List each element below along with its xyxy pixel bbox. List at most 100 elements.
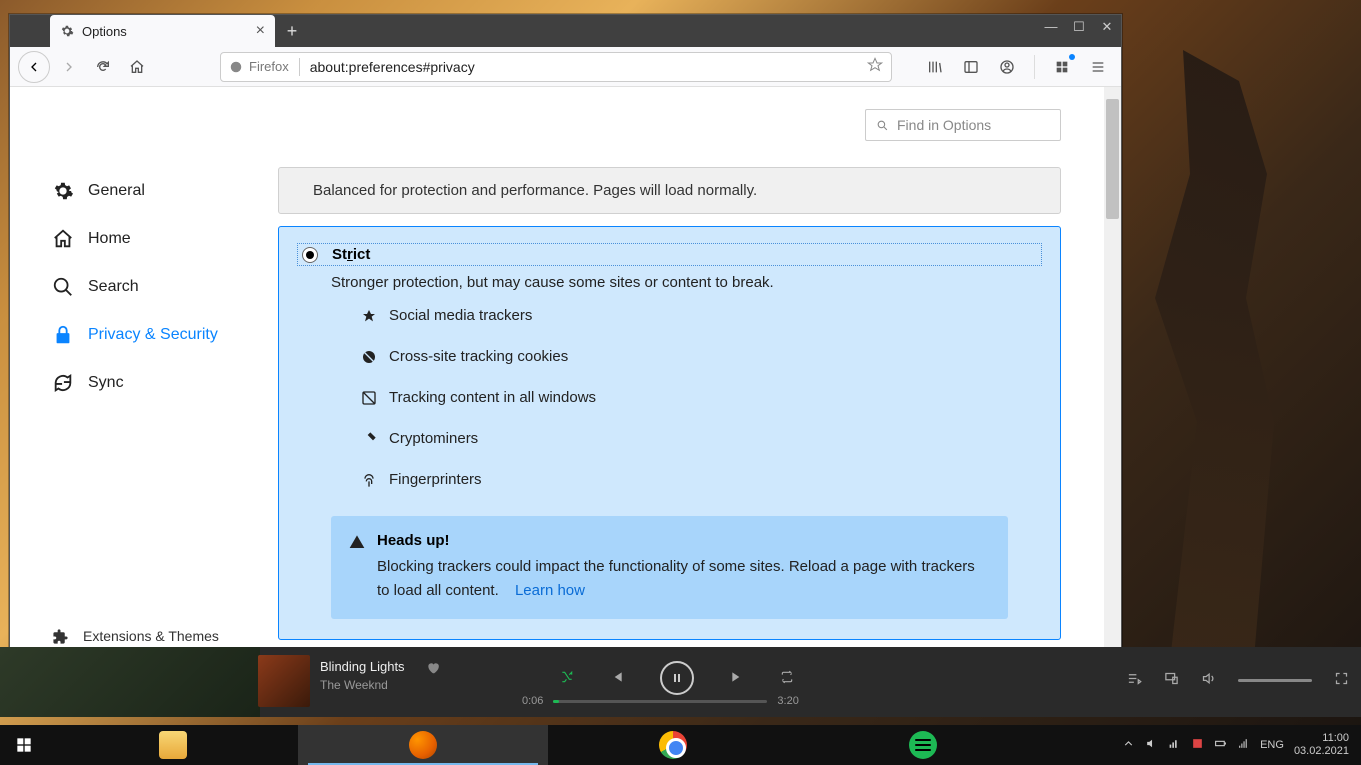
volume-button[interactable] — [1201, 671, 1216, 689]
headsup-title: Heads up! — [377, 532, 990, 549]
url-text: about:preferences#privacy — [310, 59, 475, 75]
tracker-item: Fingerprinters — [361, 471, 1042, 488]
separator — [1034, 55, 1035, 79]
taskbar-app-chrome[interactable] — [548, 725, 798, 765]
forward-button[interactable] — [54, 52, 84, 82]
shuffle-button[interactable] — [560, 670, 574, 687]
sidebar-item-label: Search — [88, 278, 139, 296]
tracker-item: Tracking content in all windows — [361, 389, 1042, 406]
tray-chevron-icon[interactable] — [1122, 737, 1135, 753]
sidebar-item-search[interactable]: Search — [52, 263, 278, 311]
scrollbar[interactable] — [1104, 87, 1121, 713]
url-bar[interactable]: Firefox about:preferences#privacy — [220, 52, 892, 82]
fingerprint-icon — [361, 472, 377, 488]
search-icon — [876, 119, 889, 132]
lock-icon — [52, 324, 74, 346]
preferences-page: Find in Options General Home Search Priv… — [10, 87, 1121, 713]
bookmark-star-button[interactable] — [867, 57, 883, 76]
taskbar-app-firefox[interactable] — [298, 725, 548, 765]
taskbar-app-spotify[interactable] — [798, 725, 1048, 765]
reload-button[interactable] — [88, 52, 118, 82]
radio-selected-icon[interactable] — [302, 247, 318, 263]
gear-icon — [60, 24, 74, 38]
next-button[interactable] — [730, 670, 744, 687]
menu-button[interactable] — [1083, 52, 1113, 82]
play-pause-button[interactable] — [660, 661, 694, 695]
tray-volume-icon[interactable] — [1145, 737, 1158, 753]
social-tracker-icon — [361, 308, 377, 324]
identity-label: Firefox — [249, 59, 289, 74]
volume-slider[interactable] — [1238, 679, 1312, 682]
search-placeholder: Find in Options — [897, 117, 991, 133]
media-background — [0, 647, 260, 717]
sidebar-button[interactable] — [956, 52, 986, 82]
strict-title: Strict — [332, 246, 370, 263]
sidebar-item-privacy[interactable]: Privacy & Security — [52, 311, 278, 359]
headsup-learn-link[interactable]: Learn how — [515, 582, 585, 599]
windows-taskbar: ENG 11:00 03.02.2021 — [0, 725, 1361, 765]
sidebar-item-label: Home — [88, 230, 131, 248]
toolbar: Firefox about:preferences#privacy — [10, 47, 1121, 87]
tray-language[interactable]: ENG — [1260, 739, 1284, 751]
browser-tab[interactable]: Options × — [50, 15, 275, 47]
preferences-sidebar: General Home Search Privacy & Security S… — [10, 87, 278, 713]
sidebar-item-home[interactable]: Home — [52, 215, 278, 263]
tray-security-icon[interactable] — [1191, 737, 1204, 753]
previous-button[interactable] — [610, 670, 624, 687]
devices-button[interactable] — [1164, 671, 1179, 689]
search-icon — [52, 276, 74, 298]
tray-time: 11:00 — [1294, 732, 1349, 745]
spotify-icon — [909, 731, 937, 759]
track-artist[interactable]: The Weeknd — [320, 678, 405, 692]
tray-clock[interactable]: 11:00 03.02.2021 — [1294, 732, 1349, 758]
separator — [299, 58, 300, 76]
tray-wifi-icon[interactable] — [1237, 737, 1250, 753]
tray-battery-icon[interactable] — [1214, 737, 1227, 753]
progress-bar[interactable] — [553, 700, 767, 703]
files-icon — [159, 731, 187, 759]
close-window-button[interactable]: ✕ — [1099, 19, 1115, 35]
back-button[interactable] — [18, 51, 50, 83]
sync-icon — [52, 372, 74, 394]
account-button[interactable] — [992, 52, 1022, 82]
titlebar: Options × + — ☐ ✕ — [10, 15, 1121, 47]
extension-button[interactable] — [1047, 52, 1077, 82]
warning-icon — [349, 534, 365, 550]
tracking-content-icon — [361, 390, 377, 406]
strict-protection-card[interactable]: Strict Stronger protection, but may caus… — [278, 226, 1061, 640]
sidebar-item-label: Sync — [88, 374, 124, 392]
start-button[interactable] — [0, 725, 48, 765]
scrollbar-thumb[interactable] — [1106, 99, 1119, 219]
sidebar-item-general[interactable]: General — [52, 167, 278, 215]
library-button[interactable] — [920, 52, 950, 82]
firefox-logo-icon — [229, 60, 243, 74]
fullscreen-button[interactable] — [1334, 671, 1349, 689]
new-tab-button[interactable]: + — [282, 21, 302, 41]
album-art[interactable] — [258, 655, 310, 707]
strict-radio-row[interactable]: Strict — [297, 243, 1042, 266]
site-identity[interactable]: Firefox — [229, 59, 289, 74]
options-search-input[interactable]: Find in Options — [865, 109, 1061, 141]
tray-network-icon[interactable] — [1168, 737, 1181, 753]
firefox-icon — [409, 731, 437, 759]
sidebar-item-label: Privacy & Security — [88, 326, 218, 344]
maximize-button[interactable]: ☐ — [1071, 19, 1087, 35]
home-button[interactable] — [122, 52, 152, 82]
queue-button[interactable] — [1127, 671, 1142, 689]
window-controls: — ☐ ✕ — [1043, 19, 1115, 35]
system-tray: ENG 11:00 03.02.2021 — [1122, 732, 1361, 758]
tab-close-icon[interactable]: × — [256, 22, 265, 40]
like-button[interactable] — [426, 661, 440, 678]
firefox-window: Options × + — ☐ ✕ Firefox about: — [9, 14, 1122, 714]
taskbar-app-files[interactable] — [48, 725, 298, 765]
preferences-main: Balanced for protection and performance.… — [278, 87, 1121, 713]
sidebar-item-sync[interactable]: Sync — [52, 359, 278, 407]
headsup-body: Blocking trackers could impact the funct… — [377, 555, 990, 603]
footer-label: Extensions & Themes — [83, 628, 219, 644]
repeat-button[interactable] — [780, 670, 794, 687]
track-title[interactable]: Blinding Lights — [320, 659, 405, 674]
minimize-button[interactable]: — — [1043, 19, 1059, 35]
standard-protection-card[interactable]: Balanced for protection and performance.… — [278, 167, 1061, 214]
position-label: 0:06 — [522, 695, 543, 707]
cryptominer-icon — [361, 431, 377, 447]
